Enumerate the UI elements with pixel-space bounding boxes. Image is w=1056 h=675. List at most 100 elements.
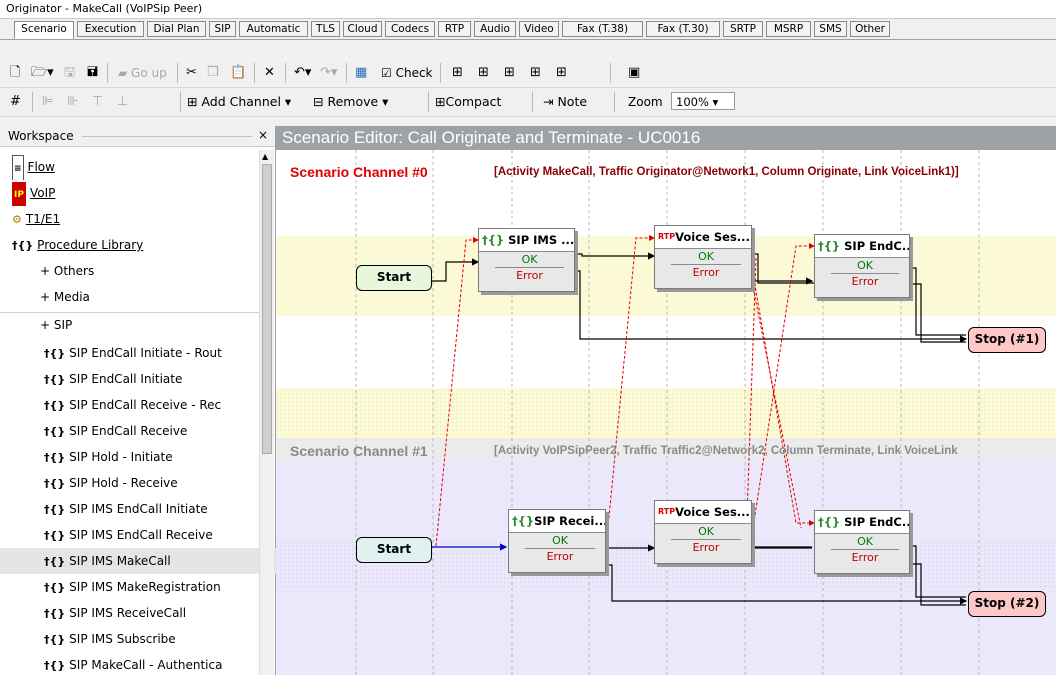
add-channel-button[interactable]: ⊞ Add Channel ▾ — [187, 92, 291, 112]
tab-other[interactable]: Other — [850, 21, 890, 37]
error-port[interactable]: Error — [495, 268, 564, 283]
align-left-icon[interactable]: ⊫ — [42, 92, 53, 112]
start-node-channel0[interactable]: Start — [356, 265, 432, 291]
stop-node-1[interactable]: Stop (#1) — [968, 327, 1046, 353]
export-icon-3[interactable]: ⊞ — [504, 63, 515, 83]
start-node-channel1[interactable]: Start — [356, 537, 432, 563]
node-title: Voice Ses... — [675, 230, 750, 244]
close-icon[interactable]: × — [258, 128, 268, 142]
editor-title: Scenario Editor: Call Originate and Term… — [276, 126, 1056, 150]
open-folder-icon[interactable]: 🗁▾ — [31, 63, 54, 83]
tab-execution[interactable]: Execution — [77, 21, 144, 37]
cut-icon[interactable]: ✂ — [186, 63, 197, 83]
align-bottom-icon[interactable]: ⊥ — [117, 92, 128, 112]
check-label: Check — [395, 66, 433, 80]
remove-label: Remove — [327, 94, 379, 109]
tab-audio[interactable]: Audio — [474, 21, 516, 37]
tab-automatic[interactable]: Automatic — [239, 21, 308, 37]
procedure-icon: †{} — [818, 239, 841, 253]
rtp-icon: RTP — [658, 232, 676, 241]
compact-button[interactable]: ⊞Compact — [435, 92, 501, 112]
error-port[interactable]: Error — [671, 265, 741, 280]
procedure-icon: †{} — [44, 477, 66, 490]
scroll-thumb[interactable] — [262, 164, 272, 454]
paste-icon[interactable]: 📋 — [230, 63, 246, 83]
error-port[interactable]: Error — [525, 549, 595, 564]
redo-icon[interactable]: ↷▾ — [320, 63, 337, 83]
note-button[interactable]: ⇥ Note — [543, 92, 587, 112]
align-top-icon[interactable]: ⊤ — [92, 92, 103, 112]
procedure-node[interactable]: †{}SIP Recei... OK Error — [508, 509, 606, 573]
workspace-item-others[interactable]: + Others — [0, 258, 302, 284]
align-right-icon[interactable]: ⊪ — [67, 92, 78, 112]
error-port[interactable]: Error — [831, 550, 899, 565]
save-all-icon[interactable]: 🖬 — [87, 63, 98, 83]
workspace-scrollbar[interactable]: ▲ — [259, 150, 274, 675]
channel1-info: [Activity VoIPSipPeer2, Traffic Traffic2… — [494, 445, 958, 457]
export-icon-4[interactable]: ⊞ — [530, 63, 541, 83]
grid-icon[interactable]: # — [10, 92, 21, 112]
tab-sms[interactable]: SMS — [814, 21, 847, 37]
error-port[interactable]: Error — [831, 274, 899, 289]
remove-button[interactable]: ⊟ Remove ▾ — [313, 92, 388, 112]
procedure-icon: †{} — [44, 399, 66, 412]
workspace-item-procedure-library[interactable]: †{} Procedure Library — [0, 232, 274, 258]
workspace-item-voip[interactable]: IP VoIP — [0, 180, 274, 206]
procedure-node[interactable]: RTPVoice Ses... OK Error — [654, 500, 752, 564]
procedure-icon: †{} — [44, 581, 66, 594]
tab-fax-t38[interactable]: Fax (T.38) — [562, 21, 643, 37]
ok-port[interactable]: OK — [671, 249, 741, 265]
procedure-node[interactable]: †{} SIP IMS ... OK Error — [478, 228, 575, 292]
procedure-icon: †{} — [44, 607, 66, 620]
tab-strip: Scenario Execution Dial Plan SIP Automat… — [0, 19, 1056, 40]
tab-srtp[interactable]: SRTP — [723, 21, 763, 37]
tab-sip[interactable]: SIP — [209, 21, 236, 37]
node-title: SIP Recei... — [534, 514, 605, 528]
tab-rtp[interactable]: RTP — [438, 21, 471, 37]
ok-port[interactable]: OK — [525, 533, 595, 549]
tab-tls[interactable]: TLS — [311, 21, 340, 37]
stop-node-2[interactable]: Stop (#2) — [968, 591, 1046, 617]
copy-icon[interactable]: ❐ — [207, 63, 219, 83]
ok-port[interactable]: OK — [671, 524, 741, 540]
window-title: Originator - MakeCall (VoIPSip Peer) — [6, 2, 203, 15]
delete-icon[interactable]: ✕ — [264, 63, 275, 83]
tab-dial-plan[interactable]: Dial Plan — [147, 21, 206, 37]
procedure-node[interactable]: †{} SIP EndC... OK Error — [814, 510, 910, 574]
zoom-select[interactable]: 100% ▾ — [671, 92, 735, 110]
workspace-item-sip[interactable]: + SIP — [0, 312, 302, 338]
tab-fax-t30[interactable]: Fax (T.30) — [646, 21, 720, 37]
undo-icon[interactable]: ↶▾ — [294, 63, 311, 83]
tab-scenario[interactable]: Scenario — [14, 21, 74, 39]
export-icon-1[interactable]: ⊞ — [452, 63, 463, 83]
node-title: SIP IMS ... — [508, 233, 574, 247]
procedure-icon: †{} — [818, 515, 841, 529]
error-port[interactable]: Error — [671, 540, 741, 555]
ok-port[interactable]: OK — [831, 534, 899, 550]
workspace-header: Workspace × — [0, 126, 275, 147]
ok-port[interactable]: OK — [495, 252, 564, 268]
save-icon[interactable]: 🖫 — [64, 63, 75, 83]
layout-icon[interactable]: ▦ — [355, 63, 367, 83]
workspace-item-flow[interactable]: ≡ Flow — [0, 154, 274, 180]
workspace-item-media[interactable]: + Media — [0, 284, 302, 310]
ok-port[interactable]: OK — [831, 258, 899, 274]
channel0-band-white2 — [276, 316, 1056, 388]
tab-msrp[interactable]: MSRP — [766, 21, 811, 37]
tab-codecs[interactable]: Codecs — [385, 21, 435, 37]
go-up-button[interactable]: ▰ Go up — [118, 63, 167, 83]
procedure-icon: †{} — [482, 233, 505, 247]
procedure-icon: †{} — [44, 503, 66, 516]
procedure-node[interactable]: †{} SIP EndC... OK Error — [814, 234, 910, 298]
channel0-label: Scenario Channel #0 — [290, 164, 428, 180]
workspace-item-t1e1[interactable]: ⚙ T1/E1 — [0, 206, 274, 232]
terminal-icon[interactable]: ▣ — [628, 63, 640, 83]
scroll-up-icon[interactable]: ▲ — [262, 152, 268, 161]
export-icon-2[interactable]: ⊞ — [478, 63, 489, 83]
procedure-node[interactable]: RTPVoice Ses... OK Error — [654, 225, 752, 289]
tab-video[interactable]: Video — [519, 21, 559, 37]
tab-cloud[interactable]: Cloud — [343, 21, 382, 37]
export-icon-5[interactable]: ⊞ — [556, 63, 567, 83]
new-file-icon[interactable]: 🗋 — [10, 63, 20, 83]
check-button[interactable]: ☑ Check — [381, 63, 433, 83]
